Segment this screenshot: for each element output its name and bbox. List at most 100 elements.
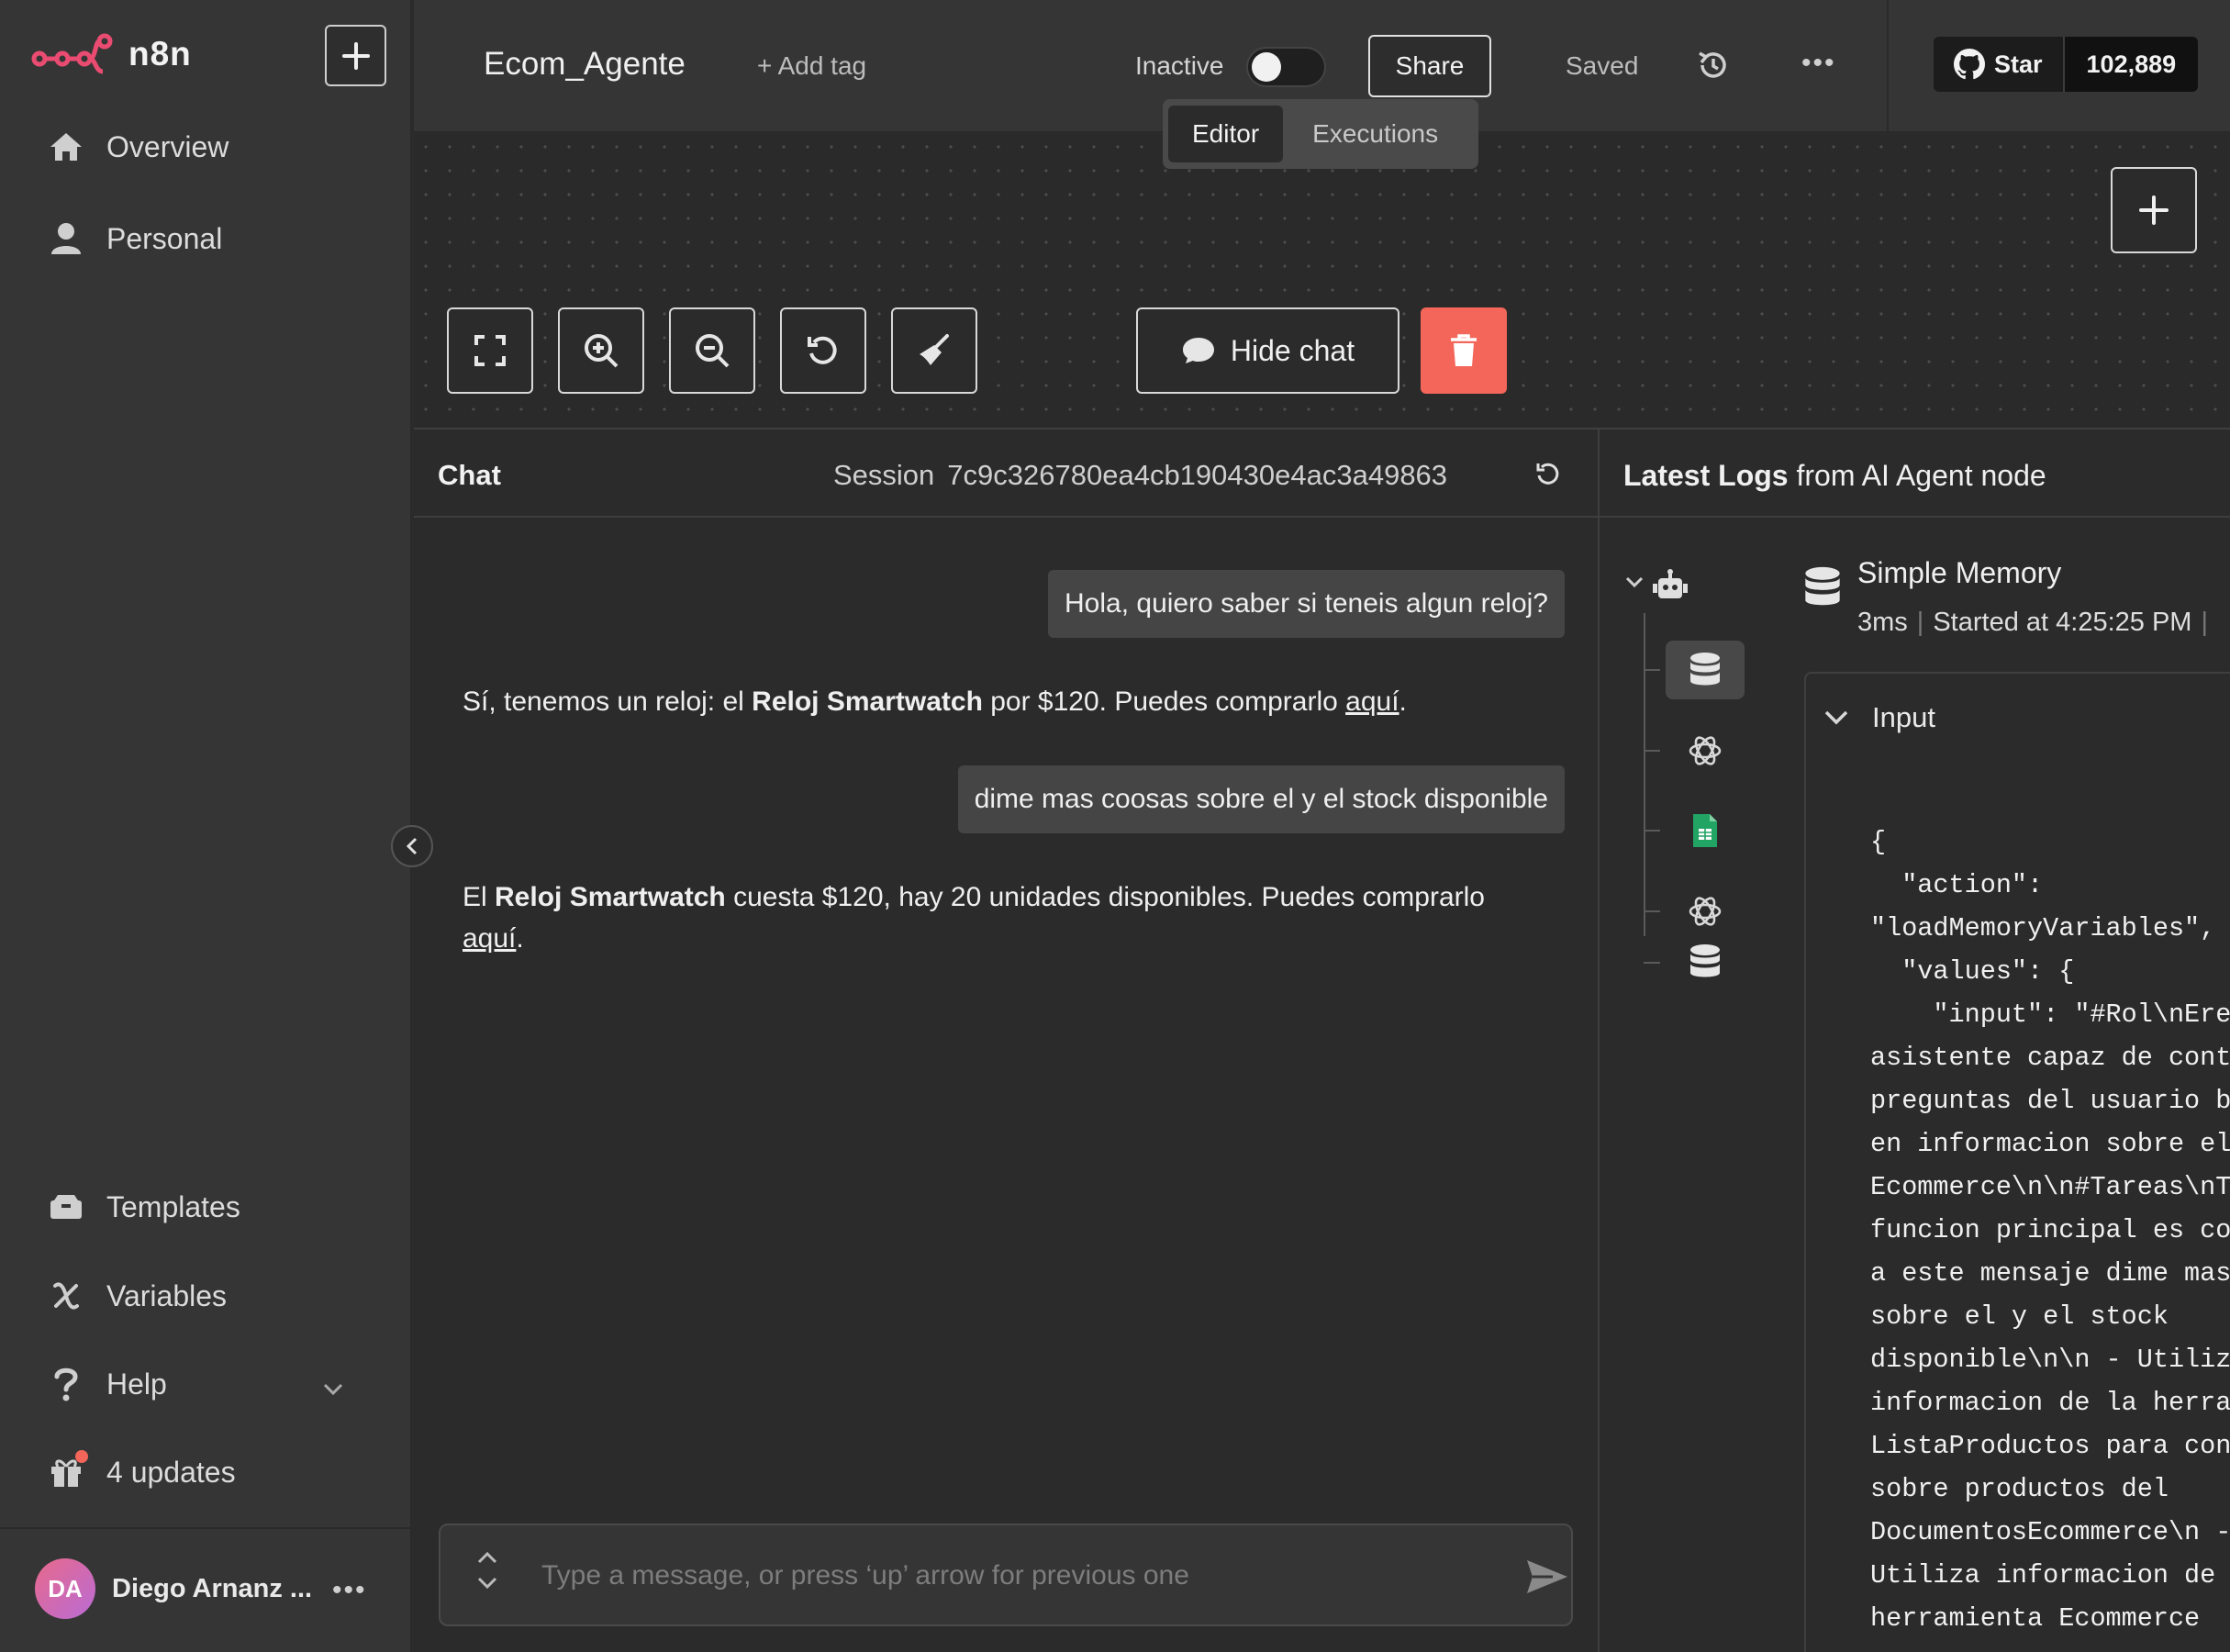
github-star-button[interactable]: Star (1934, 37, 2065, 92)
json-line: "input": "#Rol\nEres un (1933, 999, 2230, 1030)
n8n-logo[interactable]: n8n (31, 31, 192, 77)
bot-message: Sí, tenemos un reloj: el Reloj Smartwatc… (463, 681, 1527, 722)
github-icon (1954, 49, 1985, 80)
trash-icon (1451, 334, 1477, 366)
logs-title: Latest Logs from AI Agent node (1623, 459, 2046, 493)
add-node-button[interactable] (2111, 167, 2197, 253)
tab-editor[interactable]: Editor (1168, 106, 1284, 162)
active-toggle[interactable] (1246, 47, 1326, 87)
log-tree-item[interactable] (1644, 907, 1754, 1017)
purchase-link[interactable]: aquí (463, 923, 516, 954)
message-text: . (1399, 686, 1407, 717)
reset-zoom-button[interactable] (780, 307, 866, 394)
n8n-logo-icon (31, 33, 113, 74)
chat-panel: Chat Session 7c9c326780ea4cb190430e4ac3a4… (414, 428, 1598, 1652)
reset-session-icon[interactable] (1535, 461, 1561, 491)
tab-executions[interactable]: Executions (1288, 106, 1462, 162)
notification-dot (75, 1450, 88, 1463)
tidy-up-button[interactable] (891, 307, 977, 394)
user-more-icon[interactable]: ••• (332, 1575, 367, 1606)
user-menu[interactable]: DA Diego Arnanz ... (35, 1558, 312, 1619)
message-bold-text: Reloj Smartwatch (495, 882, 726, 912)
view-tabs: Editor Executions (1163, 99, 1478, 169)
templates-icon (48, 1189, 84, 1225)
send-icon[interactable] (1525, 1558, 1569, 1600)
user-icon (48, 220, 84, 257)
message-text: por $120. Puedes comprarlo (982, 686, 1346, 717)
sidebar-item-overview[interactable]: Overview (48, 128, 229, 165)
chat-header: Chat Session 7c9c326780ea4cb190430e4ac3a4… (414, 430, 1598, 518)
ai-agent-robot-icon[interactable] (1651, 569, 1689, 607)
user-message: dime mas coosas sobre el y el stock disp… (957, 765, 1565, 833)
plus-icon (341, 41, 370, 70)
message-text: . (516, 923, 524, 954)
chat-title: Chat (438, 459, 501, 491)
session-label: Session (833, 459, 935, 491)
sidebar-item-personal[interactable]: Personal (48, 220, 222, 257)
zoom-in-button[interactable] (558, 307, 644, 394)
chat-bubble-icon (1182, 338, 1214, 363)
github-star-label: Star (1994, 50, 2043, 78)
database-icon (1666, 932, 1745, 991)
plus-icon (2139, 195, 2169, 225)
database-icon (1803, 565, 1842, 614)
hide-chat-label: Hide chat (1230, 333, 1355, 367)
input-section-toggle[interactable]: Input (1824, 701, 1935, 734)
log-tree-item[interactable] (1644, 721, 1754, 780)
log-tree-item[interactable] (1644, 801, 1754, 860)
session-id: 7c9c326780ea4cb190430e4ac3a49863 (947, 459, 1448, 491)
home-icon (48, 128, 84, 165)
json-line: { (1870, 827, 1887, 857)
json-line: herramienta Ecommerce (1870, 1603, 2201, 1634)
sidebar-item-label: Overview (106, 129, 229, 163)
json-line: Utiliza informacion de la (1870, 1560, 2230, 1591)
chat-message-input[interactable] (541, 1553, 1459, 1599)
session-info: Session 7c9c326780ea4cb190430e4ac3a49863 (833, 459, 1447, 492)
delete-button[interactable] (1421, 307, 1507, 394)
create-button[interactable] (325, 25, 386, 86)
json-line: "action": (1870, 870, 2044, 900)
user-name: Diego Arnanz ... (112, 1573, 313, 1603)
sidebar-item-label: Variables (106, 1278, 228, 1312)
history-arrows (477, 1551, 497, 1590)
undo-icon (808, 336, 837, 364)
sidebar-item-updates[interactable]: 4 updates (48, 1450, 236, 1490)
divider (1887, 0, 1889, 133)
chevron-down-icon[interactable] (1625, 576, 1644, 594)
zoom-out-button[interactable] (669, 307, 755, 394)
zoom-in-icon (585, 334, 619, 368)
chevron-down-icon (323, 1369, 343, 1403)
json-line: DocumentosEcommerce\n - (1870, 1517, 2230, 1547)
history-icon[interactable] (1697, 49, 1730, 86)
sidebar-item-label: Help (106, 1367, 167, 1401)
message-text: Sí, tenemos un reloj: el (463, 686, 753, 717)
active-status-label: Inactive (1135, 51, 1224, 80)
sidebar-item-variables[interactable]: Variables (48, 1278, 227, 1314)
chevron-up-icon[interactable] (477, 1551, 497, 1564)
sidebar-item-label: Templates (106, 1189, 240, 1223)
sidebar-item-label: 4 updates (106, 1455, 236, 1489)
log-started: Started at 4:25:25 PM (1933, 608, 2192, 637)
json-line: ListaProductos para contestar (1870, 1431, 2230, 1461)
workflow-name[interactable]: Ecom_Agente (484, 46, 686, 83)
more-options-icon[interactable]: ••• (1801, 48, 1836, 79)
json-line: "values": { (1870, 956, 2075, 987)
sidebar-item-label: Personal (106, 221, 223, 255)
purchase-link[interactable]: aquí (1345, 686, 1399, 717)
sidebar: n8n Overview Personal Templates Variable… (0, 0, 412, 1652)
zoom-to-fit-button[interactable] (447, 307, 533, 394)
log-node-meta: 3ms | Started at 4:25:25 PM | (1857, 608, 2209, 637)
log-duration: 3ms (1857, 608, 1908, 637)
sidebar-item-templates[interactable]: Templates (48, 1189, 240, 1225)
hide-chat-button[interactable]: Hide chat (1136, 307, 1399, 394)
json-viewer: { "action": "loadMemoryVariables", "value… (1870, 820, 2230, 1640)
sidebar-item-help[interactable]: Help (48, 1366, 343, 1402)
add-tag-button[interactable]: + Add tag (757, 51, 866, 81)
log-tree-item[interactable] (1644, 641, 1754, 699)
github-star-widget[interactable]: Star 102,889 (1934, 37, 2199, 92)
fit-view-icon (474, 335, 506, 366)
share-button[interactable]: Share (1368, 35, 1491, 97)
collapse-sidebar-button[interactable] (391, 825, 433, 867)
log-node-title: Simple Memory (1857, 556, 2062, 589)
chevron-down-icon[interactable] (477, 1577, 497, 1590)
